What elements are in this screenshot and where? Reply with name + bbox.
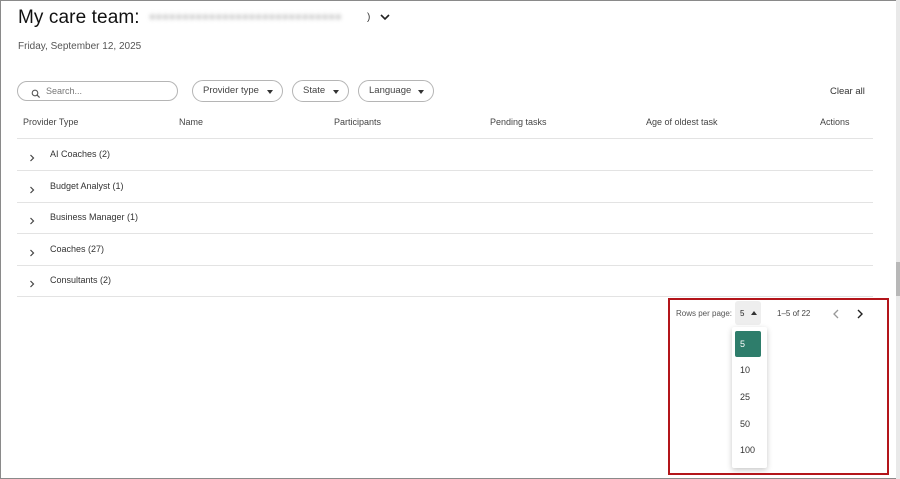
chevron-right-icon[interactable] (28, 213, 36, 225)
caret-down-icon (418, 90, 424, 94)
state-filter[interactable]: State (292, 80, 349, 102)
state-filter-label: State (303, 85, 326, 96)
caret-down-icon (267, 90, 273, 94)
column-header-name[interactable]: Name (179, 117, 203, 127)
column-header-actions: Actions (820, 117, 850, 127)
row-label: Consultants (2) (50, 275, 112, 285)
current-date: Friday, September 12, 2025 (18, 41, 142, 52)
chevron-down-icon[interactable] (379, 10, 391, 24)
scrollbar-track[interactable] (896, 0, 900, 479)
row-label: Business Manager (1) (50, 212, 139, 222)
table-row[interactable]: Business Manager (1) (17, 202, 873, 234)
provider-type-filter-label: Provider type (203, 85, 259, 96)
table-row[interactable]: Coaches (27) (17, 234, 873, 266)
care-team-member-redacted: ●●●●●●●●●●●●●●●●●●●●●●●●●●●●● (149, 11, 342, 23)
column-header-age-of-oldest-task[interactable]: Age of oldest task (646, 117, 718, 127)
column-header-pending-tasks[interactable]: Pending tasks (490, 117, 547, 127)
clear-all-button[interactable]: Clear all (830, 86, 865, 97)
scrollbar-thumb[interactable] (896, 262, 900, 296)
language-filter[interactable]: Language (358, 80, 434, 102)
row-label: Budget Analyst (1) (50, 181, 124, 191)
app-window: My care team: ●●●●●●●●●●●●●●●●●●●●●●●●●●… (0, 0, 900, 479)
table-row[interactable]: Budget Analyst (1) (17, 171, 873, 203)
chevron-right-icon[interactable] (28, 276, 36, 288)
search-field[interactable] (17, 81, 178, 101)
caret-down-icon (333, 90, 339, 94)
search-input[interactable] (46, 84, 170, 98)
title-suffix: ) (367, 12, 371, 23)
row-label: Coaches (27) (50, 244, 105, 254)
language-filter-label: Language (369, 85, 412, 96)
table-header: Provider Type Name Participants Pending … (17, 109, 873, 139)
highlight-box (668, 298, 889, 475)
chevron-right-icon[interactable] (28, 182, 36, 194)
chevron-right-icon[interactable] (28, 150, 36, 162)
search-icon (31, 86, 41, 99)
column-header-participants[interactable]: Participants (334, 117, 381, 127)
row-label: AI Coaches (2) (50, 149, 111, 159)
page-title: My care team: (18, 7, 140, 28)
column-header-provider-type[interactable]: Provider Type (23, 117, 78, 127)
chevron-right-icon[interactable] (28, 245, 36, 257)
table-row[interactable]: AI Coaches (2) (17, 139, 873, 171)
table-row[interactable]: Consultants (2) (17, 265, 873, 297)
provider-type-filter[interactable]: Provider type (192, 80, 283, 102)
